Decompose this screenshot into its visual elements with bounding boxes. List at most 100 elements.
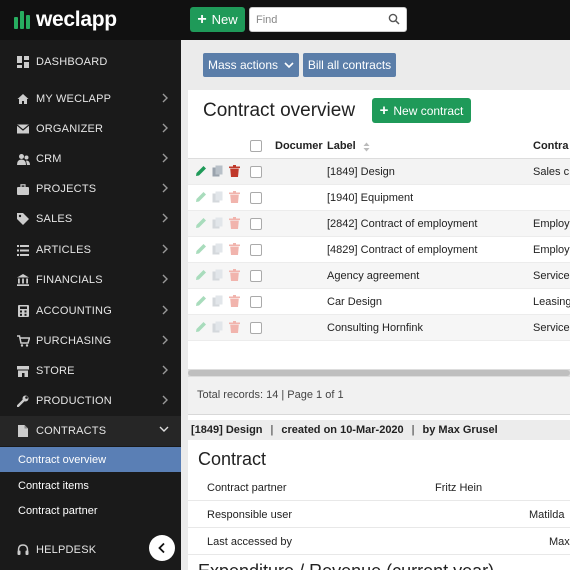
- sort-icon[interactable]: [363, 142, 370, 152]
- new-button[interactable]: + New: [190, 7, 245, 32]
- copy-icon[interactable]: [212, 165, 224, 177]
- delete-icon[interactable]: [229, 243, 240, 255]
- copy-icon[interactable]: [212, 243, 224, 255]
- row-checkbox[interactable]: [250, 166, 262, 178]
- sidebar-item-accounting[interactable]: ACCOUNTING: [0, 296, 181, 326]
- sidebar-item-contracts[interactable]: CONTRACTS: [0, 416, 181, 446]
- delete-icon[interactable]: [229, 217, 240, 229]
- table-row[interactable]: [1940] Equipment: [188, 185, 570, 211]
- delete-icon[interactable]: [229, 321, 240, 333]
- row-checkbox[interactable]: [250, 296, 262, 308]
- table-scrollbar[interactable]: [188, 369, 570, 377]
- table-row[interactable]: Consulting Hornfink Service: [188, 315, 570, 341]
- chevron-right-icon: [162, 93, 168, 103]
- scrollbar-thumb[interactable]: [188, 370, 570, 376]
- contracts-table: Documer Label Contra [1849] Design Sales…: [188, 134, 570, 374]
- table-header: Documer Label Contra: [188, 134, 570, 159]
- sidebar-item-label: ORGANIZER: [36, 123, 104, 135]
- table-row[interactable]: Car Design Leasing: [188, 289, 570, 315]
- delete-icon[interactable]: [229, 165, 240, 177]
- search-icon[interactable]: [388, 13, 400, 25]
- sidebar-subitem-contract-partner[interactable]: Contract partner: [0, 498, 181, 523]
- cart-icon: [16, 334, 30, 348]
- edit-icon[interactable]: [195, 243, 207, 255]
- detail-field-last-accessed-by: Last accessed by Max: [188, 528, 570, 555]
- chevron-right-icon: [162, 305, 168, 315]
- new-contract-button[interactable]: + New contract: [372, 98, 471, 123]
- chevron-right-icon: [162, 365, 168, 375]
- dashboard-icon: [16, 55, 30, 69]
- table-row[interactable]: [4829] Contract of employment Employ: [188, 237, 570, 263]
- store-icon: [16, 364, 30, 378]
- sidebar-item-financials[interactable]: FINANCIALS: [0, 265, 181, 295]
- edit-icon[interactable]: [195, 217, 207, 229]
- sidebar-item-label: CRM: [36, 153, 62, 165]
- table-row[interactable]: [2842] Contract of employment Employ: [188, 211, 570, 237]
- search-input[interactable]: [250, 8, 380, 31]
- copy-icon[interactable]: [212, 321, 224, 333]
- sidebar-item-store[interactable]: STORE: [0, 356, 181, 386]
- row-checkbox[interactable]: [250, 322, 262, 334]
- edit-icon[interactable]: [195, 191, 207, 203]
- sidebar-item-my-weclapp[interactable]: MY WECLAPP: [0, 84, 181, 114]
- column-header-document[interactable]: Documer: [275, 140, 323, 152]
- envelope-icon: [16, 122, 30, 136]
- mass-actions-button[interactable]: Mass actions: [203, 53, 299, 77]
- new-button-label: New: [211, 12, 238, 27]
- sidebar-item-organizer[interactable]: ORGANIZER: [0, 114, 181, 144]
- edit-icon[interactable]: [195, 165, 207, 177]
- copy-icon[interactable]: [212, 217, 224, 229]
- row-checkbox[interactable]: [250, 244, 262, 256]
- field-key: Last accessed by: [207, 536, 292, 548]
- contract-label[interactable]: [1849] Design: [327, 166, 395, 178]
- table-row[interactable]: Agency agreement Service: [188, 263, 570, 289]
- sidebar-item-sales[interactable]: SALES: [0, 204, 181, 234]
- sidebar-item-purchasing[interactable]: PURCHASING: [0, 326, 181, 356]
- row-checkbox[interactable]: [250, 218, 262, 230]
- copy-icon[interactable]: [212, 191, 224, 203]
- sidebar-item-production[interactable]: PRODUCTION: [0, 386, 181, 416]
- sidebar-subitem-contract-items[interactable]: Contract items: [0, 473, 181, 498]
- table-footer: Total records: 14 | Page 1 of 1: [188, 377, 570, 415]
- copy-icon[interactable]: [212, 295, 224, 307]
- contract-label[interactable]: Agency agreement: [327, 270, 419, 282]
- delete-icon[interactable]: [229, 191, 240, 203]
- collapse-sidebar-button[interactable]: [149, 535, 175, 561]
- field-key: Contract partner: [207, 482, 287, 494]
- edit-icon[interactable]: [195, 295, 207, 307]
- plus-icon: +: [379, 102, 389, 119]
- delete-icon[interactable]: [229, 295, 240, 307]
- mass-actions-label: Mass actions: [207, 58, 279, 72]
- table-row[interactable]: [1849] Design Sales c: [188, 159, 570, 185]
- search-box[interactable]: [249, 7, 407, 32]
- sidebar-item-projects[interactable]: PROJECTS: [0, 174, 181, 204]
- row-checkbox[interactable]: [250, 270, 262, 282]
- edit-icon[interactable]: [195, 321, 207, 333]
- row-checkbox[interactable]: [250, 192, 262, 204]
- contract-label[interactable]: Consulting Hornfink: [327, 322, 423, 334]
- sidebar-subitem-contract-overview[interactable]: Contract overview: [0, 447, 181, 472]
- field-value[interactable]: Matilda: [529, 509, 564, 521]
- sidebar-item-dashboard[interactable]: DASHBOARD: [0, 47, 181, 77]
- detail-field-contract-partner: Contract partner Fritz Hein: [188, 474, 570, 501]
- field-key: Responsible user: [207, 509, 292, 521]
- bill-all-contracts-button[interactable]: Bill all contracts: [303, 53, 396, 77]
- field-value[interactable]: Max: [549, 536, 570, 548]
- sidebar-item-crm[interactable]: CRM: [0, 144, 181, 174]
- weclapp-logo[interactable]: weclapp: [14, 8, 117, 32]
- sidebar-item-label: DASHBOARD: [36, 56, 108, 68]
- copy-icon[interactable]: [212, 269, 224, 281]
- contract-label[interactable]: [4829] Contract of employment: [327, 244, 477, 256]
- contract-label[interactable]: [2842] Contract of employment: [327, 218, 477, 230]
- edit-icon[interactable]: [195, 269, 207, 281]
- contract-label[interactable]: Car Design: [327, 296, 382, 308]
- detail-title: [1849] Design: [191, 424, 263, 436]
- field-value[interactable]: Fritz Hein: [435, 482, 482, 494]
- contract-label[interactable]: [1940] Equipment: [327, 192, 413, 204]
- chevron-right-icon: [162, 153, 168, 163]
- column-header-label[interactable]: Label: [327, 140, 356, 152]
- delete-icon[interactable]: [229, 269, 240, 281]
- sidebar-item-articles[interactable]: ARTICLES: [0, 235, 181, 265]
- column-header-contract[interactable]: Contra: [533, 140, 568, 152]
- select-all-checkbox[interactable]: [250, 140, 262, 152]
